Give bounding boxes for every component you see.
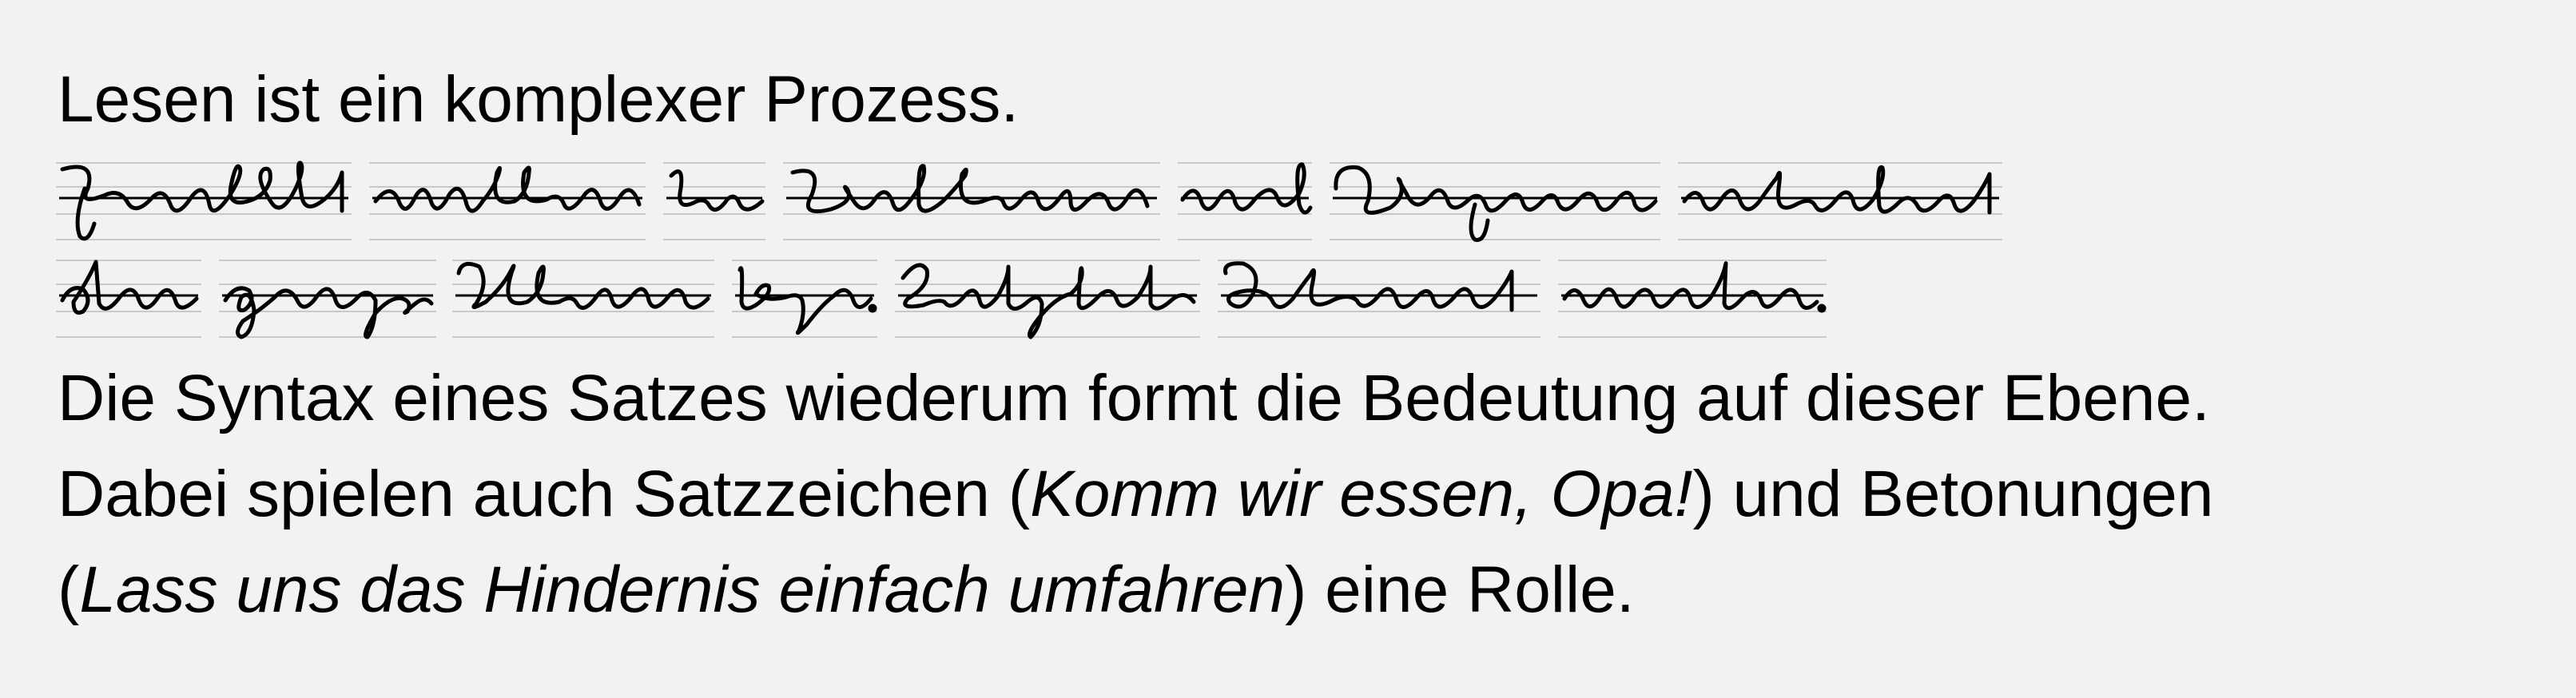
text-line-syntax: Die Syntax eines Satzes wiederum formt d… — [58, 362, 2210, 434]
handwriting-row-1 — [0, 157, 2576, 249]
example-italic-1: Komm wir essen, Opa! — [1030, 458, 1693, 530]
text-span: Dabei spielen auch Satzzeichen ( — [58, 458, 1031, 530]
text-span: ( — [58, 553, 80, 626]
text-span: ) eine Rolle. — [1285, 553, 1635, 626]
text-line-1: Lesen ist ein komplexer Prozess. — [58, 63, 1020, 136]
example-italic-2: Lass uns das Hindernis einfach umfahren — [79, 553, 1286, 626]
text-line-satzzeichen: Dabei spielen auch Satzzeichen (Komm wir… — [58, 462, 2213, 527]
text-line-betonungen: (Lass uns das Hindernis einfach umfahren… — [58, 557, 1635, 623]
text-span: ) und Betonungen — [1692, 458, 2214, 530]
handwriting-row-2 — [0, 254, 2576, 347]
